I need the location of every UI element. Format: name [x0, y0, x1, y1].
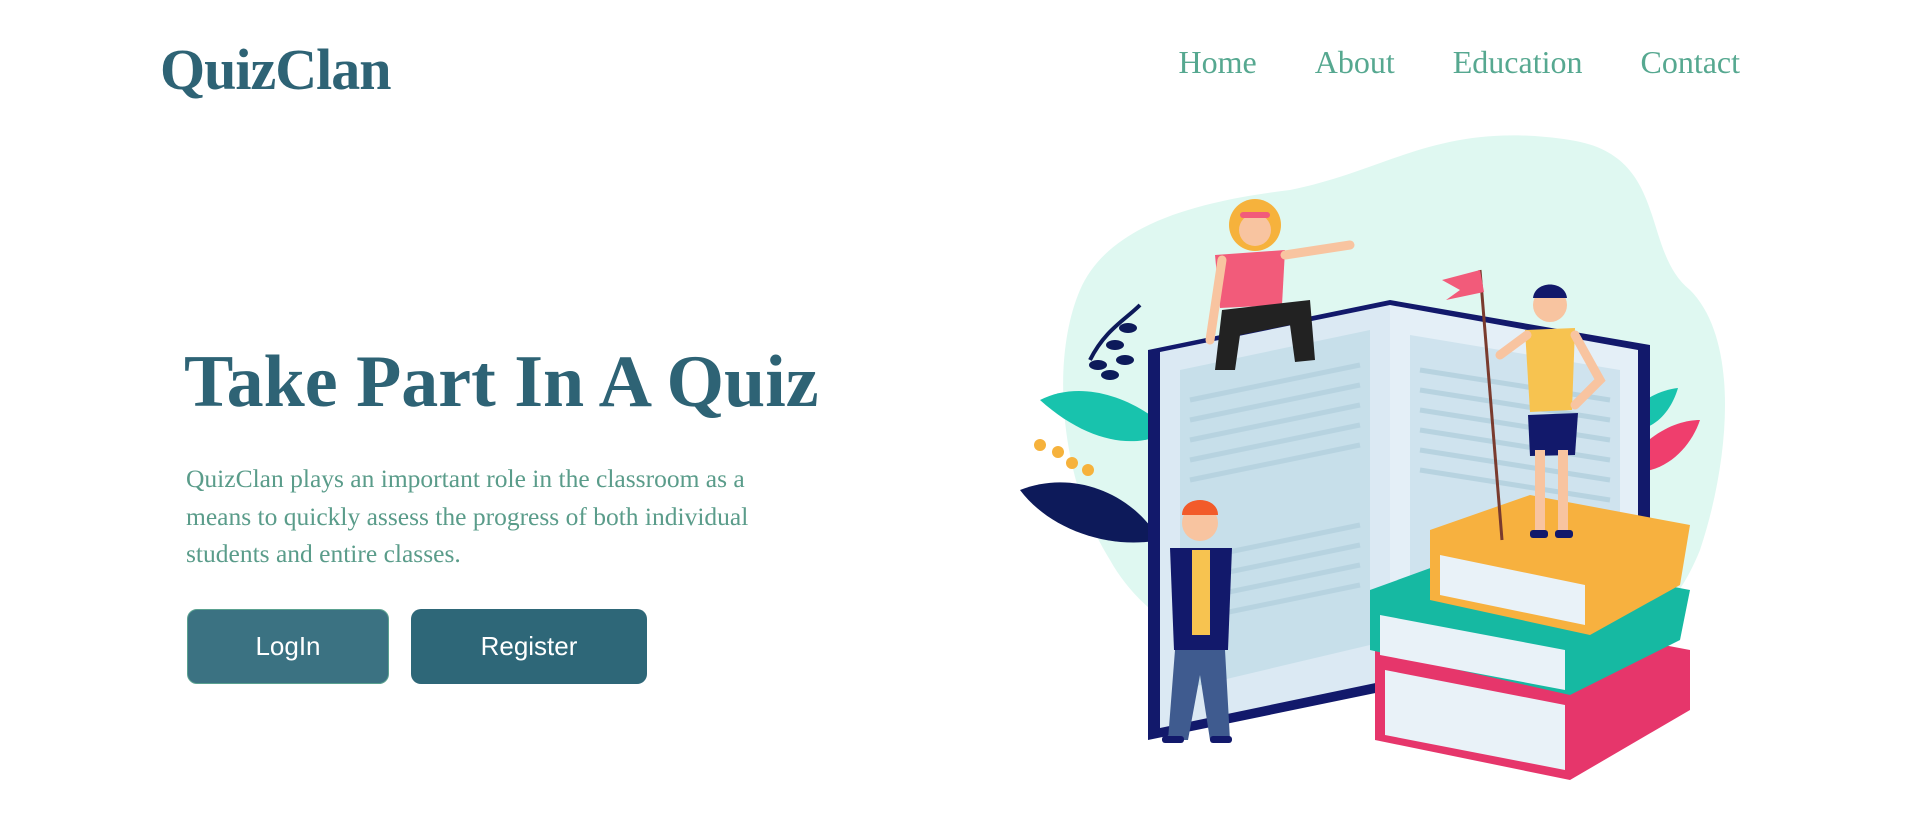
logo[interactable]: QuizClan	[160, 36, 391, 104]
nav-item-contact: Contact	[1640, 44, 1740, 81]
hero-illustration	[1020, 135, 1725, 780]
nav-link-about[interactable]: About	[1315, 44, 1395, 80]
nav-item-education: Education	[1453, 44, 1583, 81]
nav-link-contact[interactable]: Contact	[1640, 44, 1740, 80]
hero-title: Take Part In A Quiz	[184, 341, 819, 423]
nav-link-education[interactable]: Education	[1453, 44, 1583, 80]
nav-item-about: About	[1315, 44, 1395, 81]
login-button[interactable]: LogIn	[187, 609, 389, 684]
register-button[interactable]: Register	[411, 609, 647, 684]
main-nav: Home About Education Contact	[1179, 44, 1740, 81]
hero-description: QuizClan plays an important role in the …	[186, 464, 749, 568]
nav-link-home[interactable]: Home	[1179, 44, 1257, 80]
nav-item-home: Home	[1179, 44, 1257, 81]
